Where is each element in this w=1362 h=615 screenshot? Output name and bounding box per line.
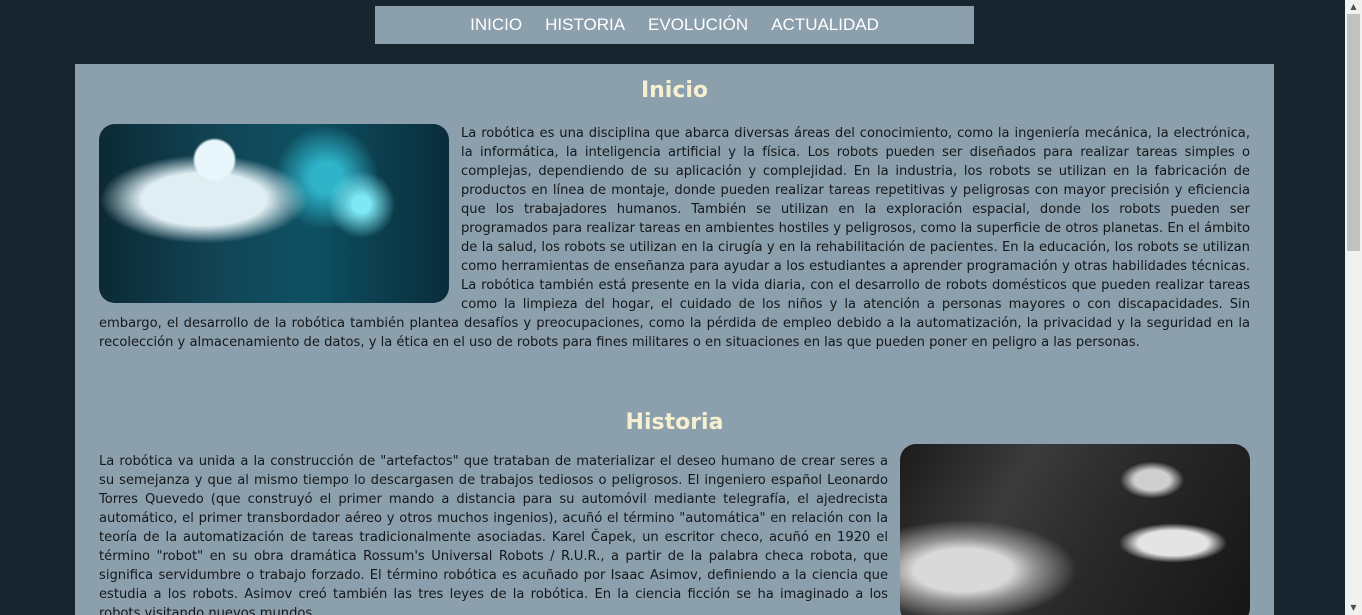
nav-link-historia[interactable]: HISTORIA [534, 6, 637, 44]
nav-link-actualidad[interactable]: ACTUALIDAD [760, 6, 891, 44]
top-nav: INICIO HISTORIA EVOLUCIÓN ACTUALIDAD [375, 6, 974, 44]
nav-link-evolucion[interactable]: EVOLUCIÓN [637, 6, 760, 44]
section-title-inicio: Inicio [640, 78, 709, 103]
nav-link-inicio[interactable]: INICIO [459, 6, 534, 44]
scroll-up-arrow-icon[interactable]: ▲ [1345, 0, 1362, 14]
section-inicio: Inicio La robótica es una disciplina que… [99, 64, 1250, 352]
scroll-down-arrow-icon[interactable]: ▼ [1345, 601, 1362, 615]
robot-face-image [99, 124, 449, 303]
scroll-thumb[interactable] [1347, 14, 1360, 251]
vintage-robot-arm-image [900, 444, 1250, 615]
main-content: Inicio La robótica es una disciplina que… [75, 64, 1274, 615]
section-historia: Historia La robótica va unida a la const… [99, 410, 1250, 615]
page: INICIO HISTORIA EVOLUCIÓN ACTUALIDAD Ini… [8, 6, 1340, 615]
vertical-scrollbar[interactable]: ▲ ▼ [1345, 0, 1362, 615]
